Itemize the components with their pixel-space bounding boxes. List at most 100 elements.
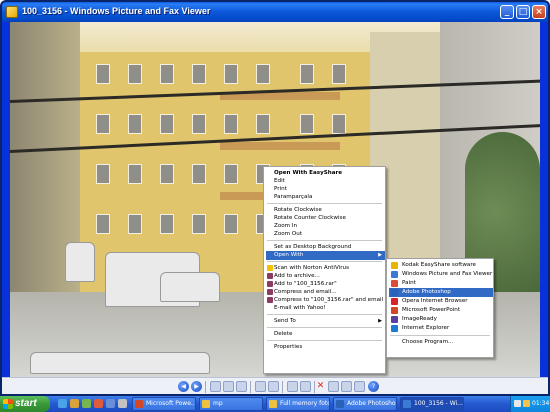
menu-item-label: Scan with Norton AntiVirus [274,265,350,271]
menu-item-label: Open With EasyShare [274,170,343,176]
menu-item-zoom-out[interactable]: Zoom Out [266,230,385,239]
taskbar-button-adobe-photoshop[interactable]: Adobe Photoshop [333,397,397,411]
quick-launch-app-icon[interactable] [94,399,103,408]
print-icon[interactable] [328,381,339,392]
quick-launch-desktop-icon[interactable] [82,399,91,408]
menu-item-label: Rotate Clockwise [274,207,322,213]
folder-icon [202,400,210,408]
submenu-item-kodak-easyshare-software[interactable]: Kodak EasyShare software [389,261,493,270]
menu-item-label: Add to archive... [274,273,320,279]
photo-window [160,164,174,184]
menu-item-label: Compress to "100_3156.rar" and email [274,297,384,303]
submenu-item-microsoft-powerpoint[interactable]: Microsoft PowerPoint [389,306,493,315]
open-with-submenu: Kodak EasyShare software Windows Picture … [386,258,494,358]
photoshop-icon [391,289,398,296]
photo-vehicle [160,272,220,302]
menu-separator [267,327,382,328]
photo-window [160,64,174,84]
quick-launch-ie-icon[interactable] [58,399,67,408]
menu-separator [267,203,382,204]
menu-item-label: Open With [274,252,304,258]
taskbar-button-mp[interactable]: mp [199,397,263,411]
close-button[interactable]: × [532,5,546,19]
submenu-item-label: Paint [402,280,416,286]
edit-icon[interactable] [354,381,365,392]
volume-icon[interactable] [523,400,530,407]
menu-item-properties[interactable]: Properties [266,343,385,352]
photo-window [332,64,346,84]
menu-item-open-with[interactable]: Open With ▶ [266,251,385,260]
taskbar-button-label: 100_3156 - Wi... [414,400,463,407]
actual-size-icon[interactable] [223,381,234,392]
submenu-item-paint[interactable]: Paint [389,279,493,288]
photo-window [256,114,270,134]
quick-launch-app-icon[interactable] [106,399,115,408]
taskbar-button-label: Microsoft Powe... [146,400,196,407]
quick-launch-media-icon[interactable] [70,399,79,408]
photo-window [128,114,142,134]
slideshow-icon[interactable] [236,381,247,392]
photoshop-icon [336,400,344,408]
menu-item-label: Delete [274,331,293,337]
menu-item-label: Rotate Counter Clockwise [274,215,346,221]
submenu-arrow-icon: ▶ [378,318,382,324]
photo-window [192,114,206,134]
window-title: 100_3156 - Windows Picture and Fax Viewe… [22,6,211,16]
title-bar[interactable]: 100_3156 - Windows Picture and Fax Viewe… [2,2,548,22]
menu-item-label: Send To [274,318,296,324]
menu-item-label: Compress and email... [274,289,337,295]
submenu-item-opera-internet-browser[interactable]: Opera Internet Browser [389,297,493,306]
menu-item-delete[interactable]: Delete [266,330,385,339]
menu-separator [390,335,490,336]
photo-window [96,214,110,234]
imageready-icon [391,316,398,323]
submenu-item-choose-program[interactable]: Choose Program... [389,338,493,347]
maximize-button[interactable]: □ [516,5,530,19]
folder-icon [269,400,277,408]
zoom-in-icon[interactable] [255,381,266,392]
previous-image-icon[interactable]: ◀ [178,381,189,392]
submenu-item-imageready[interactable]: ImageReady [389,315,493,324]
clock: 01:34 [532,400,550,407]
rotate-counterclockwise-icon[interactable] [300,381,311,392]
rotate-clockwise-icon[interactable] [287,381,298,392]
submenu-item-windows-picture-and-fax-viewer[interactable]: Windows Picture and Fax Viewer [389,270,493,279]
submenu-arrow-icon: ▶ [378,252,382,258]
menu-item-label: Zoom In [274,223,298,229]
submenu-item-label: Internet Explorer [402,325,450,331]
minimize-button[interactable]: _ [500,5,514,19]
submenu-item-adobe-photoshop[interactable]: Adobe Photoshop [389,288,493,297]
picture-viewer-icon [6,6,18,18]
menu-item-e-mail-with-yahoo[interactable]: E-mail with Yahoo! [266,304,385,313]
windows-logo-icon [3,399,13,409]
next-image-icon[interactable]: ▶ [191,381,202,392]
network-icon[interactable] [514,400,521,407]
menu-item-label: E-mail with Yahoo! [274,305,326,311]
toolbar-separator [205,381,206,393]
submenu-item-label: Microsoft PowerPoint [402,307,461,313]
taskbar-button-full-memory-foto[interactable]: Full memory foto [266,397,330,411]
photo-window [224,214,238,234]
start-button[interactable]: start [0,396,50,412]
context-menu: Open With EasyShare Edit Print Paramparçala… [263,166,386,374]
taskbar-button-100-3156-wi[interactable]: 100_3156 - Wi... [400,397,464,411]
photo-window [96,114,110,134]
submenu-item-label: Opera Internet Browser [402,298,468,304]
zoom-out-icon[interactable] [268,381,279,392]
submenu-item-internet-explorer[interactable]: Internet Explorer [389,324,493,333]
save-icon[interactable] [341,381,352,392]
photo-vehicle [65,242,95,282]
submenu-item-label: ImageReady [402,316,437,322]
help-icon[interactable]: ? [368,381,379,392]
picture-viewer-icon [391,271,398,278]
winrar-icon [267,297,273,303]
photo-window [160,114,174,134]
taskbar-button-microsoft-powe[interactable]: Microsoft Powe... [132,397,196,411]
menu-item-parampar-ala[interactable]: Paramparçala [266,193,385,202]
menu-item-label: Properties [274,344,303,350]
photo-window [192,164,206,184]
menu-item-send-to[interactable]: Send To ▶ [266,317,385,326]
delete-icon[interactable]: ✕ [315,381,326,392]
best-fit-icon[interactable] [210,381,221,392]
quick-launch-app-icon[interactable] [118,399,127,408]
